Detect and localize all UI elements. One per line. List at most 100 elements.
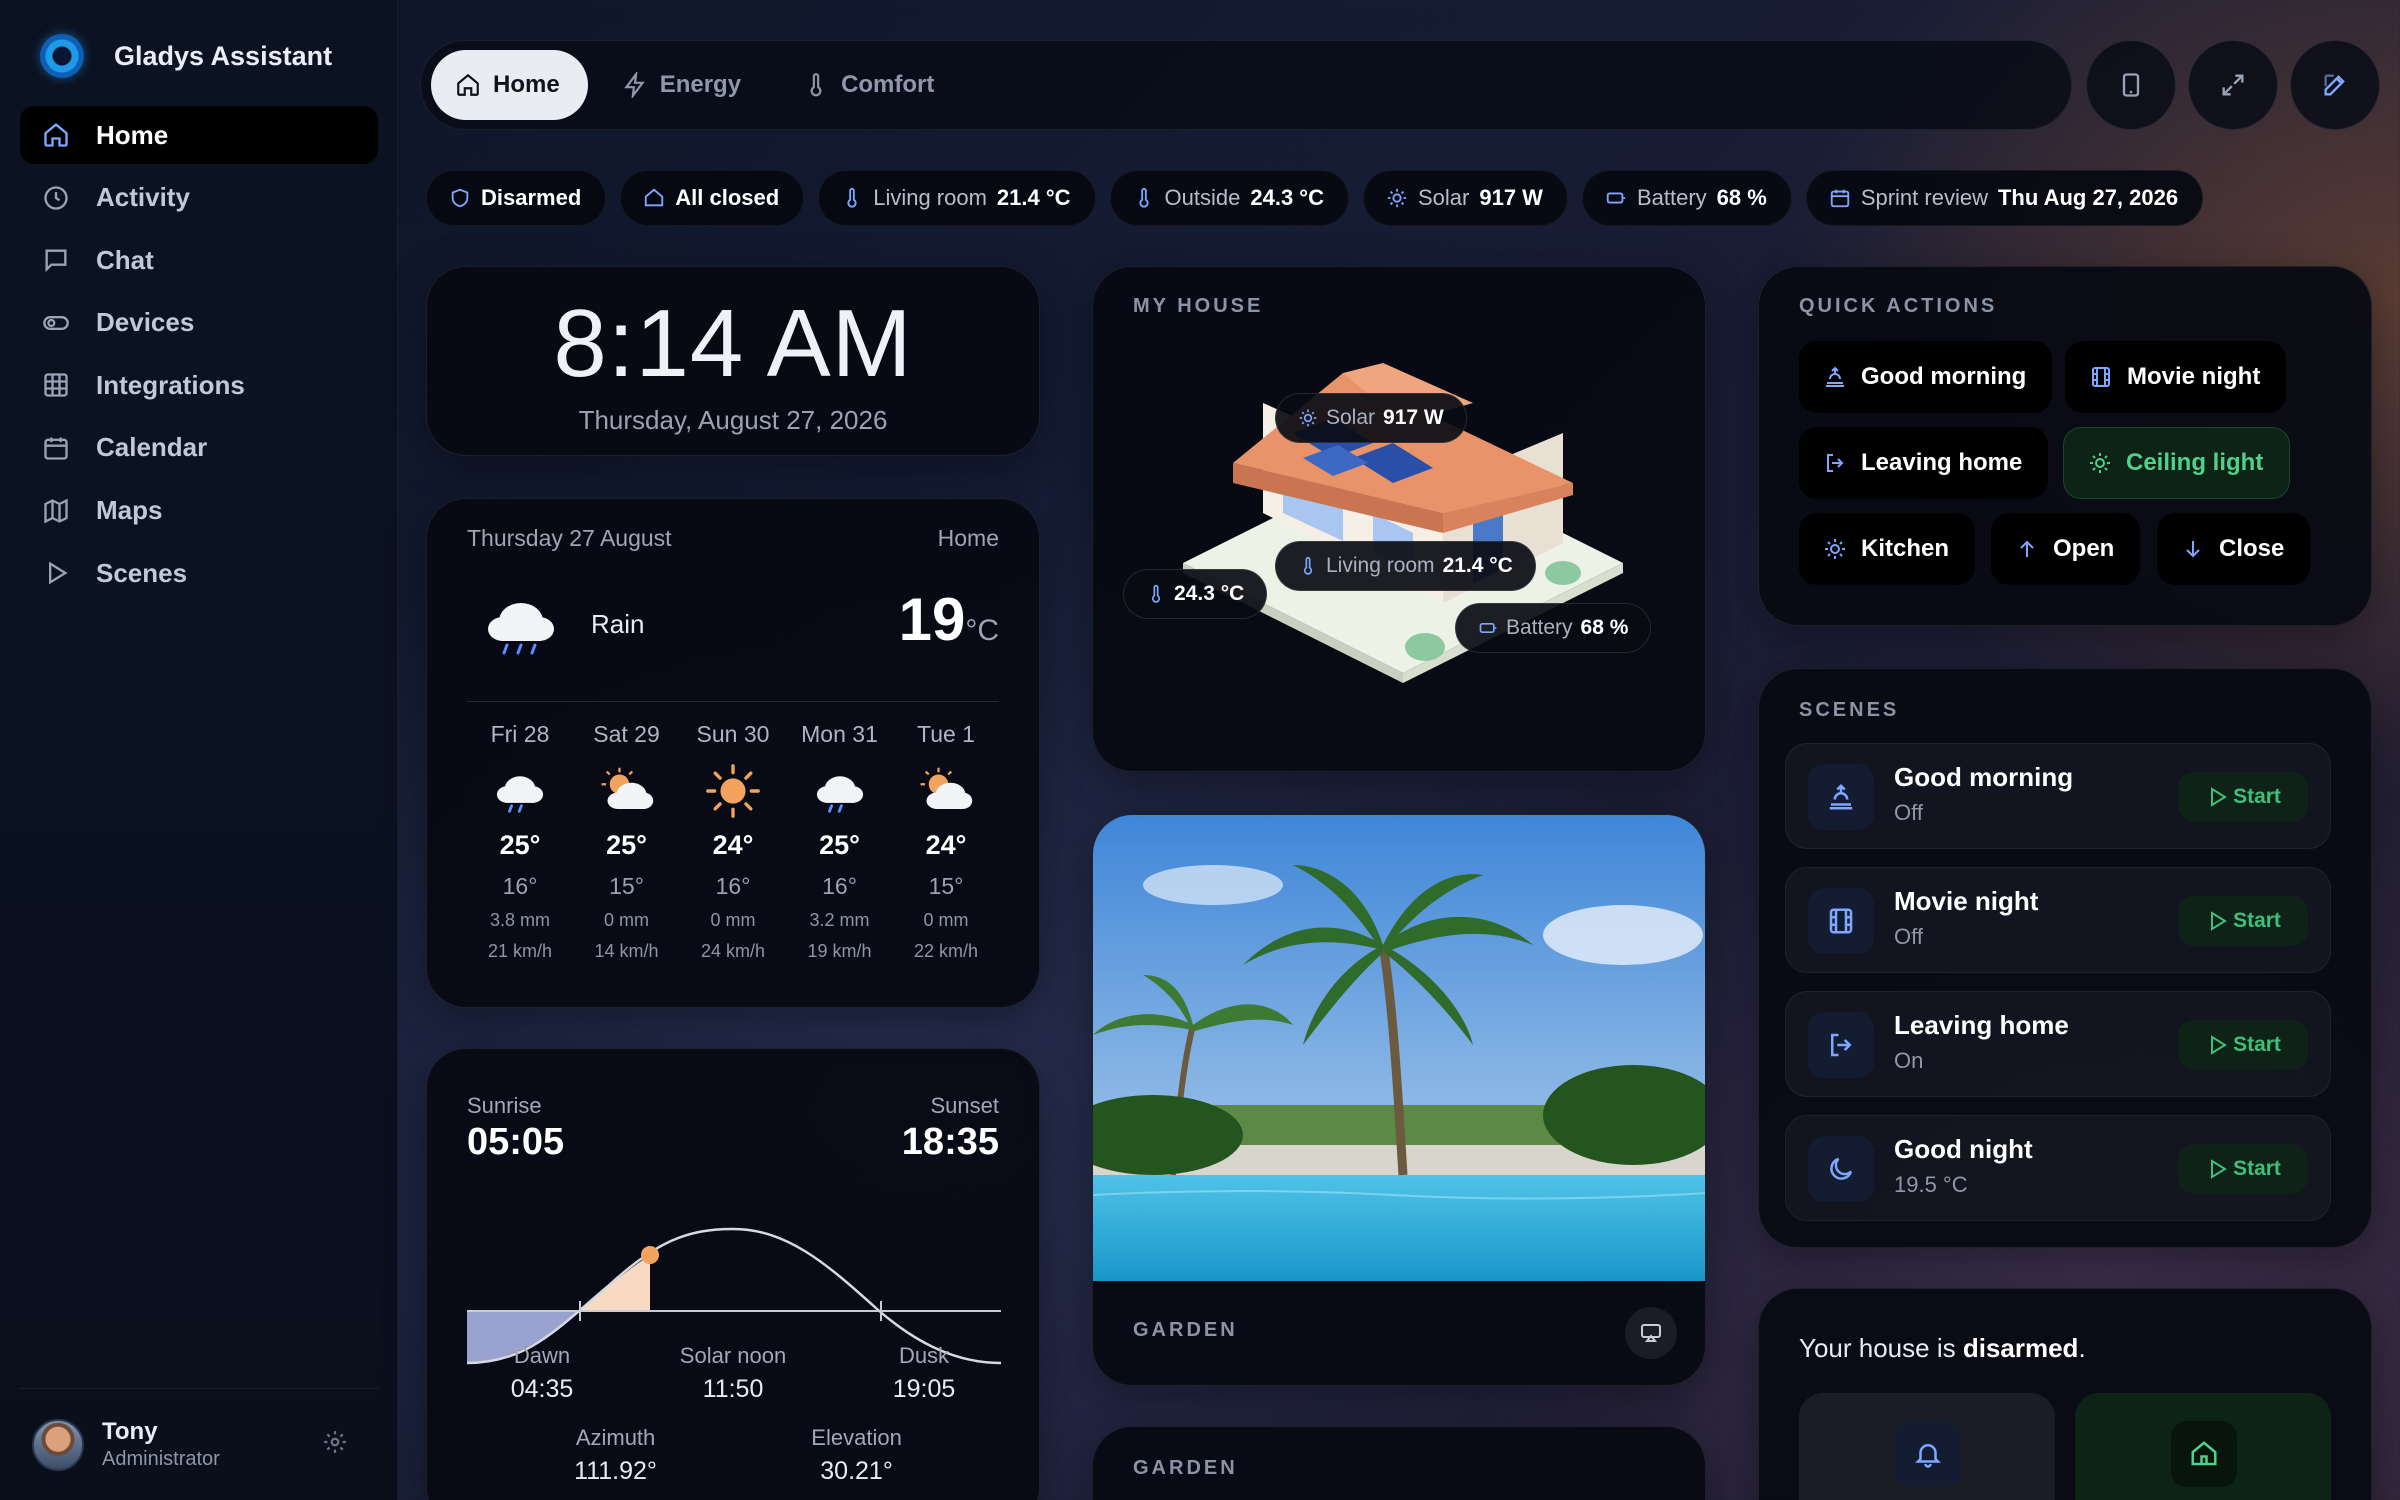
sun-card: Sunrise 05:05 Sunset 18:35 Dawn 04:35 Sol… (426, 1048, 1040, 1500)
living-room-chip[interactable]: Living room 21.4 °C (818, 170, 1096, 226)
weather-temperature: 19°C (898, 586, 999, 653)
forecast-high: 25° (819, 830, 860, 860)
forecast-low: 15° (928, 873, 964, 899)
sunrise-label: Sunrise (467, 1093, 542, 1118)
solar-noon: Solar noon 11:50 (679, 1343, 787, 1403)
scene-start-button[interactable]: Start (2178, 772, 2308, 822)
sidebar-item-maps[interactable]: Maps (20, 482, 378, 540)
forecast-rain: 0 mm (710, 910, 756, 930)
quick-action-movie-night[interactable]: Movie night (2065, 341, 2287, 413)
tablet-mode-button[interactable] (2086, 40, 2176, 130)
scene-name: Movie night (1894, 886, 2039, 916)
weather-card: Thursday 27 August Home Rain 19°C Fri 28… (426, 498, 1040, 1008)
settings-icon[interactable] (322, 1429, 348, 1455)
clock-date: Thursday, August 27, 2026 (578, 405, 888, 435)
garden-camera-card: GARDEN (1092, 814, 1706, 1386)
sunset-label: Sunset (930, 1093, 1000, 1118)
forecast-day: Fri 28 25° 16° 3.8 mm 21 km/h (467, 721, 573, 962)
play-icon (49, 561, 68, 585)
chip-label: Solar (1418, 185, 1470, 210)
quick-action-ceiling-light[interactable]: Ceiling light (2063, 427, 2291, 499)
cast-button[interactable] (1625, 1307, 1677, 1359)
edit-dashboard-button[interactable] (2290, 40, 2380, 130)
alarm-card: Your house is disarmed. (1758, 1288, 2372, 1500)
alarm-message: Your house is disarmed. (1799, 1333, 2086, 1363)
camera-title: GARDEN (1133, 1457, 1238, 1479)
badge-value: 917 W (1383, 406, 1444, 429)
home-icon (645, 188, 664, 207)
thermometer-icon (810, 73, 822, 97)
disarm-button[interactable] (2075, 1393, 2331, 1500)
sidebar-item-calendar[interactable]: Calendar (20, 419, 378, 477)
sidebar-item-activity[interactable]: Activity (20, 169, 378, 227)
house-solar-badge[interactable]: Solar 917 W (1275, 393, 1467, 443)
play-icon (2211, 911, 2227, 931)
house-battery-badge[interactable]: Battery 68 % (1455, 603, 1652, 653)
forecast-low: 16° (715, 873, 751, 899)
quick-action-leaving-home[interactable]: Leaving home (1799, 427, 2049, 499)
quick-action-good-morning[interactable]: Good morning (1799, 341, 2053, 413)
badge-value: 24.3 °C (1174, 582, 1245, 605)
play-icon (2211, 1159, 2227, 1179)
doors-status: All closed (675, 185, 780, 210)
light-icon (1825, 539, 1845, 559)
scene-name: Good morning (1894, 762, 2074, 792)
chip-label: Sprint review (1860, 185, 1988, 210)
sidebar-item-chat[interactable]: Chat (20, 231, 378, 289)
forecast-wind: 24 km/h (700, 941, 766, 961)
quick-action-close[interactable]: Close (2157, 513, 2311, 585)
alarm-chip[interactable]: Disarmed (426, 170, 607, 226)
badge-value: 68 % (1580, 616, 1629, 639)
logout-icon (1831, 1033, 1852, 1057)
clock-card: 8:14 AM Thursday, August 27, 2026 (426, 266, 1040, 456)
home-icon (2191, 1441, 2217, 1466)
sidebar-item-label: Maps (96, 495, 163, 526)
arm-button[interactable] (1799, 1393, 2055, 1500)
quick-action-open[interactable]: Open (1991, 513, 2141, 585)
play-icon (2211, 787, 2227, 807)
chip-label: Outside (1164, 185, 1241, 210)
forecast-high: 24° (925, 830, 967, 860)
forecast-wind: 19 km/h (807, 941, 872, 961)
app-name: Gladys Assistant (114, 40, 333, 71)
fullscreen-button[interactable] (2188, 40, 2278, 130)
quick-action-kitchen[interactable]: Kitchen (1799, 513, 1976, 585)
rain-cloud-icon (488, 603, 554, 655)
scene-start-button[interactable]: Start (2178, 896, 2308, 946)
garden-camera-image[interactable] (1093, 815, 1706, 1281)
tab-home[interactable]: Home (431, 50, 588, 120)
outside-chip[interactable]: Outside 24.3 °C (1109, 170, 1349, 226)
scene-leaving-home: Leaving home On Start (1785, 991, 2331, 1097)
event-chip[interactable]: Sprint review Thu Aug 27, 2026 (1805, 170, 2204, 226)
forecast-low: 15° (609, 873, 644, 899)
sunrise-icon (1829, 783, 1853, 810)
tab-comfort[interactable]: Comfort (779, 50, 962, 120)
gladys-logo-icon (40, 34, 84, 78)
sidebar-item-devices[interactable]: Devices (20, 294, 378, 352)
scene-start-button[interactable]: Start (2178, 1020, 2308, 1070)
scenes-title: SCENES (1799, 699, 1900, 721)
house-title: MY HOUSE (1133, 295, 1264, 317)
toggle-icon (43, 315, 69, 330)
sidebar-item-home[interactable]: Home (20, 106, 378, 164)
thermometer-icon (1139, 187, 1149, 208)
brand[interactable]: Gladys Assistant (40, 34, 332, 78)
house-living-room-badge[interactable]: Living room 21.4 °C (1275, 541, 1536, 591)
quick-action-label: Close (2219, 535, 2285, 562)
house-outside-badge[interactable]: 24.3 °C (1123, 569, 1268, 619)
battery-icon (1606, 192, 1626, 204)
forecast-low: 16° (502, 873, 538, 899)
dusk: Dusk 19:05 (892, 1343, 956, 1403)
battery-chip[interactable]: Battery 68 % (1581, 170, 1792, 226)
scene-start-button[interactable]: Start (2178, 1144, 2308, 1194)
house-card: MY HOUSE Solar 917 W Living room 21.4 °C… (1092, 266, 1706, 772)
sidebar-item-scenes[interactable]: Scenes (20, 544, 378, 602)
solar-chip[interactable]: Solar 917 W (1363, 170, 1568, 226)
user-profile[interactable]: Tony Administrator (20, 1388, 378, 1500)
sidebar: Gladys Assistant Home Activity Chat Devi… (0, 0, 398, 1500)
film-icon (2092, 367, 2110, 387)
sidebar-item-label: Devices (96, 307, 195, 338)
tab-energy[interactable]: Energy (598, 50, 769, 120)
doors-chip[interactable]: All closed (620, 170, 805, 226)
sidebar-item-integrations[interactable]: Integrations (20, 356, 378, 414)
